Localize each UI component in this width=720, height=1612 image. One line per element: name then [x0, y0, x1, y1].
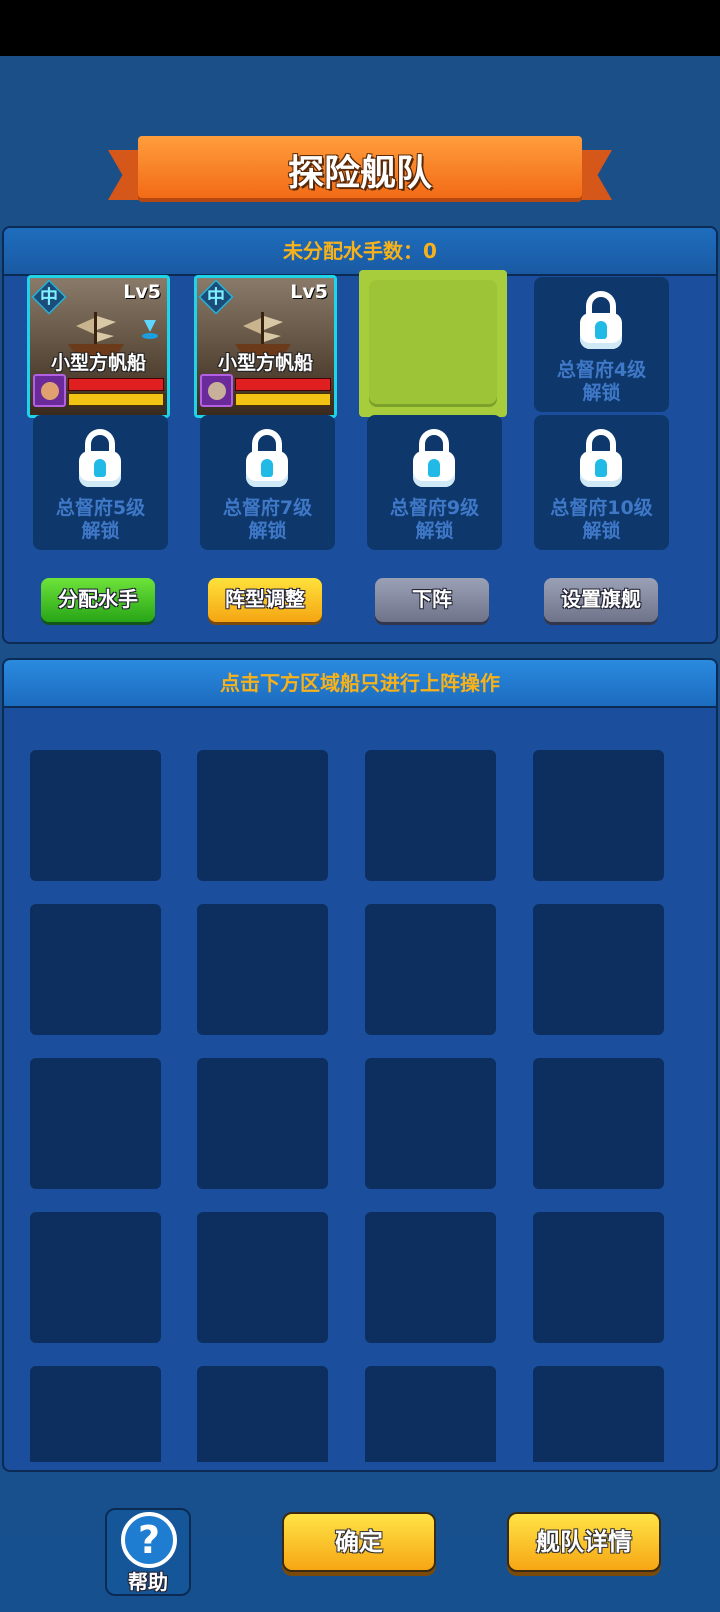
roster-slot[interactable] [365, 750, 496, 881]
roster-slot[interactable] [30, 1366, 161, 1462]
unlock-requirement: 总督府5级 解锁 [55, 497, 146, 542]
unassigned-sailors-label: 未分配水手数： [283, 239, 424, 263]
roster-slot[interactable] [533, 904, 664, 1035]
stamina-bar [68, 393, 164, 406]
page-title: 探险舰队 [287, 153, 432, 194]
unlock-requirement: 总督府7级 解锁 [222, 497, 313, 542]
roster-slot[interactable] [197, 1212, 328, 1343]
unlock-requirement: 总督府10级 解锁 [550, 497, 653, 542]
lock-icon [580, 291, 622, 349]
roster-slot[interactable] [30, 750, 161, 881]
ship-name: 小型方帆船 [50, 352, 146, 374]
title-banner: 探险舰队 [108, 136, 612, 206]
captain-avatar [200, 374, 233, 407]
roster-slot[interactable] [533, 1212, 664, 1343]
unassigned-sailors-header: 未分配水手数：0 [4, 228, 716, 276]
roster-slot[interactable] [365, 1366, 496, 1462]
captain-avatar [33, 374, 66, 407]
ship-level: Lv5 [290, 281, 328, 303]
lock-icon [79, 429, 121, 487]
lock-icon [580, 429, 622, 487]
ship-card-2[interactable]: 中 Lv5 小型方帆船 [194, 275, 337, 418]
question-mark-icon: ? [121, 1512, 177, 1568]
roster-slot[interactable] [30, 1058, 161, 1189]
remove-from-formation-button[interactable]: 下阵 [375, 578, 489, 622]
lock-icon [413, 429, 455, 487]
roster-slot[interactable] [197, 1366, 328, 1462]
ship-roster-panel: 点击下方区域船只进行上阵操作 [2, 658, 718, 1472]
help-label: 帮助 [128, 1570, 168, 1594]
roster-slot[interactable] [30, 904, 161, 1035]
locked-slot-4: 总督府4级 解锁 [534, 277, 669, 412]
roster-slot[interactable] [365, 1212, 496, 1343]
unlock-requirement: 总督府4级 解锁 [556, 359, 647, 404]
roster-slot[interactable] [197, 1058, 328, 1189]
status-bar [0, 0, 720, 56]
ship-roster-grid[interactable] [4, 708, 720, 1462]
ship-level: Lv5 [123, 281, 161, 303]
ship-card-1[interactable]: 中 Lv5 小型方帆船 [27, 275, 170, 418]
roster-slot[interactable] [197, 750, 328, 881]
roster-slot[interactable] [533, 750, 664, 881]
unassigned-sailors-count: 0 [423, 239, 437, 263]
stamina-bar [235, 393, 331, 406]
assign-sailors-button[interactable]: 分配水手 [41, 578, 155, 622]
help-button[interactable]: ? 帮助 [105, 1508, 191, 1596]
ship-name: 小型方帆船 [217, 352, 313, 374]
roster-slot[interactable] [533, 1058, 664, 1189]
set-flagship-button[interactable]: 设置旗舰 [544, 578, 658, 622]
fleet-details-button[interactable]: 舰队详情 [507, 1512, 661, 1572]
roster-slot[interactable] [365, 1058, 496, 1189]
unlock-requirement: 总督府9级 解锁 [389, 497, 480, 542]
roster-slot[interactable] [30, 1212, 161, 1343]
lock-icon [246, 429, 288, 487]
locked-slot-6: 总督府7级 解锁 [200, 415, 335, 550]
class-badge-text: 中 [40, 287, 58, 308]
roster-slot[interactable] [533, 1366, 664, 1462]
upgrade-arrow-icon [142, 320, 158, 339]
formation-adjust-button[interactable]: 阵型调整 [208, 578, 322, 622]
hp-bar [235, 378, 331, 391]
locked-slot-7: 总督府9级 解锁 [367, 415, 502, 550]
roster-slot[interactable] [197, 904, 328, 1035]
locked-slot-8: 总督府10级 解锁 [534, 415, 669, 550]
hp-bar [68, 378, 164, 391]
roster-instruction: 点击下方区域船只进行上阵操作 [4, 660, 716, 708]
confirm-button[interactable]: 确定 [282, 1512, 436, 1572]
selected-empty-slot[interactable] [359, 270, 507, 417]
class-badge-text: 中 [207, 287, 225, 308]
locked-slot-5: 总督府5级 解锁 [33, 415, 168, 550]
roster-slot[interactable] [365, 904, 496, 1035]
